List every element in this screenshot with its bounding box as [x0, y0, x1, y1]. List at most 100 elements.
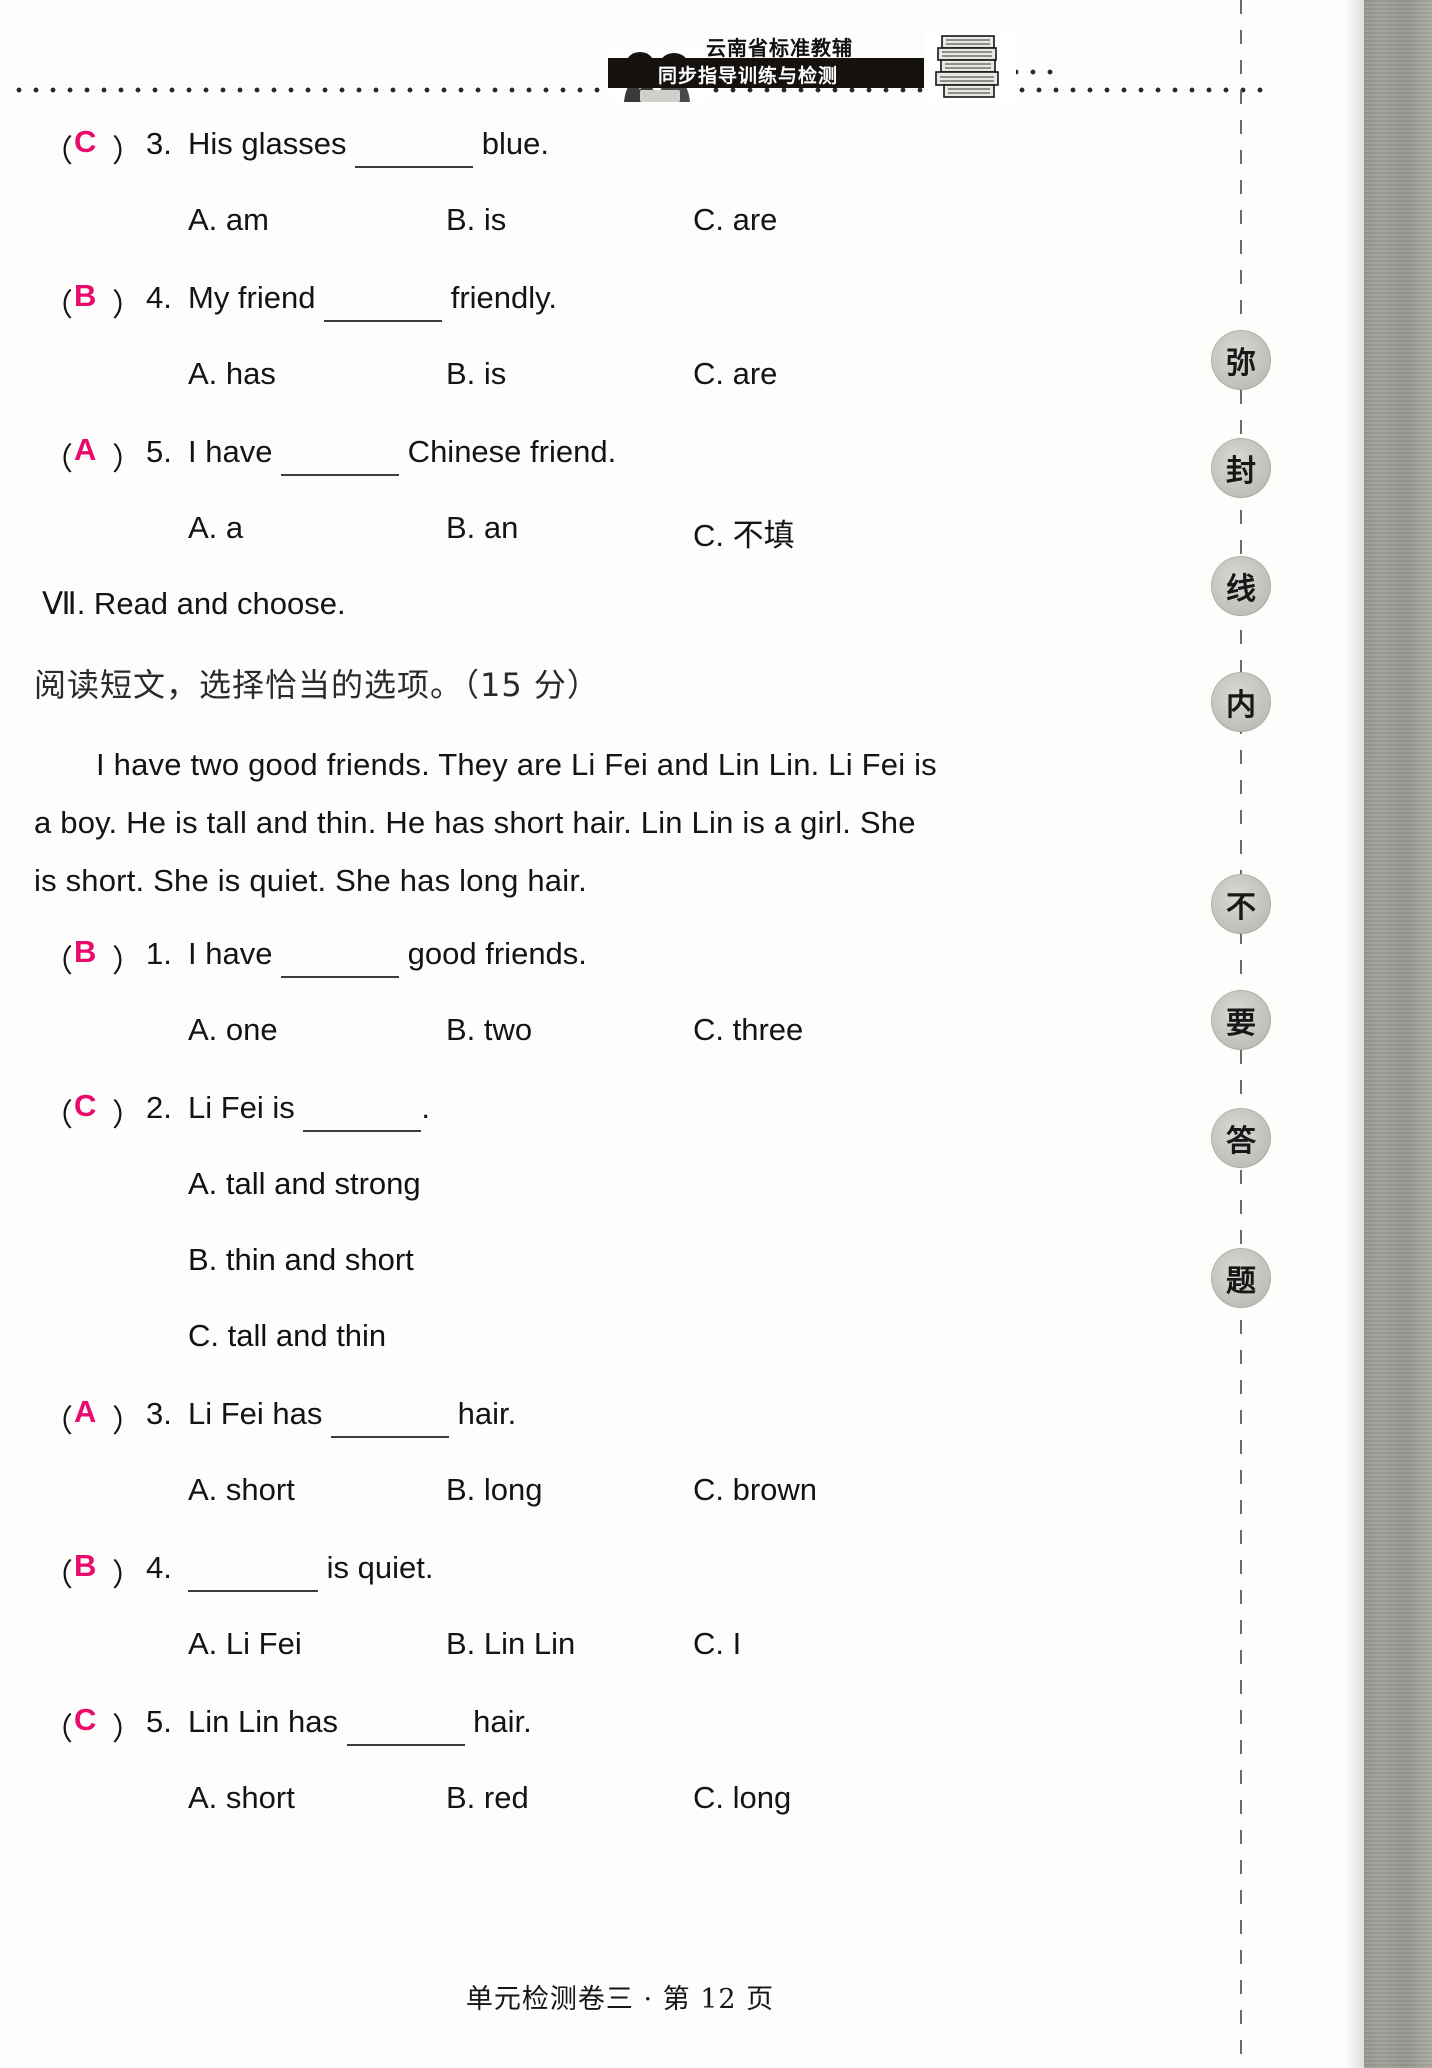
option-row: A. am B. is C. are [0, 196, 1240, 272]
stem-text-before: I have [188, 936, 282, 971]
answer-blank[interactable] [355, 130, 474, 168]
question-stem: is quiet. [188, 1550, 433, 1592]
option-A[interactable]: A. short [188, 1780, 295, 1816]
option-C[interactable]: C. brown [693, 1472, 817, 1508]
answer-blank[interactable] [188, 1554, 318, 1592]
question-number: 4. [146, 1550, 172, 1585]
option-C[interactable]: C. three [693, 1012, 803, 1048]
section-seven-subtitle-text: 阅读短文，选择恰当的选项。（15 分） [34, 666, 600, 704]
option-row: A. Li Fei B. Lin Lin C. I [0, 1620, 1240, 1696]
paren-open: （ [42, 442, 73, 477]
paren-open: （ [42, 1098, 73, 1133]
question-number: 5. [146, 434, 172, 469]
paren-close: ） [112, 1404, 143, 1439]
brand-title-top: 云南省标准教辅 [706, 36, 853, 60]
answer-letter[interactable]: B [74, 1548, 96, 1584]
option-B[interactable]: B. is [446, 202, 506, 238]
option-C[interactable]: C. tall and thin [188, 1318, 386, 1354]
stem-text-after: is quiet. [318, 1550, 434, 1585]
option-B[interactable]: B. is [446, 356, 506, 392]
stack-of-books-illustration [924, 32, 1016, 102]
answer-letter[interactable]: B [74, 934, 96, 970]
option-B[interactable]: B. thin and short [188, 1242, 414, 1278]
publisher-brand: 云南省标准教辅 同步指导训练与检测 [596, 28, 1058, 106]
option-B[interactable]: B. red [446, 1780, 529, 1816]
question-stem: I have Chinese friend. [188, 434, 616, 476]
option-C[interactable]: C. are [693, 356, 777, 392]
option-A[interactable]: A. one [188, 1012, 278, 1048]
option-A[interactable]: A. am [188, 202, 269, 238]
option-A[interactable]: A. Li Fei [188, 1626, 302, 1662]
stem-text-after: blue. [473, 126, 549, 161]
answer-letter[interactable]: C [74, 1088, 96, 1124]
question-stem: Li Fei is . [188, 1090, 430, 1132]
option-B[interactable]: B. an [446, 510, 518, 546]
question-stem: Li Fei has hair. [188, 1396, 516, 1438]
paren-close: ） [112, 1712, 143, 1747]
option-stack: A. tall and strong B. thin and short C. ta… [0, 1160, 1240, 1388]
question-number: 5. [146, 1704, 172, 1739]
paren-close: ） [112, 1558, 143, 1593]
answer-letter[interactable]: B [74, 278, 96, 314]
passage-spacer [0, 910, 1240, 928]
stem-text-after: hair. [449, 1396, 517, 1431]
scan-edge-shadow [1346, 0, 1364, 2068]
stem-text-after: Chinese friend. [399, 434, 617, 469]
answer-blank[interactable] [281, 438, 400, 476]
option-row: A. short B. red C. long [0, 1774, 1240, 1850]
option-row: A. short B. long C. brown [0, 1466, 1240, 1542]
option-B[interactable]: B. two [446, 1012, 532, 1048]
page-footer: 单元检测卷三 · 第 12 页 [465, 1984, 775, 2015]
stem-text-before: I have [188, 434, 282, 469]
option-C[interactable]: C. are [693, 202, 777, 238]
paren-open: （ [42, 1558, 73, 1593]
option-B[interactable]: B. long [446, 1472, 543, 1508]
option-A[interactable]: A. short [188, 1472, 295, 1508]
reading-passage: I have two good friends. They are Li Fei… [34, 747, 937, 898]
question-row: （C ） 5. Lin Lin has hair. [0, 1696, 1240, 1774]
option-A[interactable]: A. a [188, 510, 243, 546]
answer-letter[interactable]: A [74, 432, 96, 468]
answer-blank[interactable] [346, 1708, 465, 1746]
question-row: （C ） 2. Li Fei is . [0, 1082, 1240, 1160]
paren-close: ） [112, 134, 143, 169]
stem-text-after: . [421, 1090, 431, 1125]
answer-blank[interactable] [281, 940, 400, 978]
question-row: （B ） 4. is quiet. [0, 1542, 1240, 1620]
question-stem: I have good friends. [188, 936, 587, 978]
stem-text-after: hair. [464, 1704, 532, 1739]
paren-close: ） [112, 442, 143, 477]
option-A[interactable]: A. tall and strong [188, 1166, 421, 1202]
scanned-page: 云南省标准教辅 同步指导训练与检测 弥 封 线 内 不 要 答 题 （ C ） … [0, 0, 1432, 2068]
question-number: 4. [146, 280, 172, 315]
section-seven-subtitle: 阅读短文，选择恰当的选项。（15 分） [0, 656, 1240, 736]
answer-letter[interactable]: A [74, 1394, 96, 1430]
option-B[interactable]: B. Lin Lin [446, 1626, 575, 1662]
question-stem: Lin Lin has hair. [188, 1704, 532, 1746]
paren-open: （ [42, 1712, 73, 1747]
question-number: 2. [146, 1090, 172, 1125]
option-C[interactable]: C. 不填 [693, 510, 795, 555]
brand-title-bar: 同步指导训练与检测 [608, 58, 960, 88]
answer-blank[interactable] [324, 284, 443, 322]
exam-content: （C） 3. His glasses blue. A. am B. is C. are （B… [0, 118, 1240, 1850]
answer-letter[interactable]: C [74, 1702, 96, 1738]
option-row: A. a B. an C. 不填 [0, 504, 1240, 580]
option-A[interactable]: A. has [188, 356, 276, 392]
stem-text-before: Li Fei has [188, 1396, 332, 1431]
answer-blank[interactable] [331, 1400, 450, 1438]
stem-text-before: Lin Lin has [188, 1704, 347, 1739]
option-C[interactable]: C. long [693, 1780, 791, 1816]
answer-blank[interactable] [303, 1094, 422, 1132]
answer-letter[interactable]: C [74, 124, 96, 160]
section-seven-title-text: Ⅶ. Read and choose. [42, 586, 346, 621]
question-stem: My friend friendly. [188, 280, 557, 322]
option-C[interactable]: C. I [693, 1626, 741, 1662]
question-number: 1. [146, 936, 172, 971]
paren-close: ） [112, 288, 143, 323]
scanner-gray-band [1364, 0, 1432, 2068]
brand-title-bar-label: 同步指导训练与检测 [658, 65, 839, 87]
paren-open: （ [42, 1404, 73, 1439]
paren-open: （ [42, 288, 73, 323]
paren-open: （ [42, 944, 73, 979]
